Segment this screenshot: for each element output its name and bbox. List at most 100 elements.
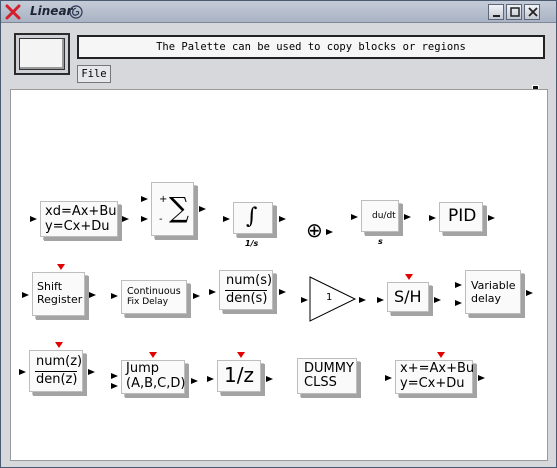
block-face: num(s) den(s) — [219, 270, 273, 310]
block-face: PID — [439, 202, 483, 232]
input-port — [111, 293, 118, 299]
block-face: + - ∑ — [151, 182, 194, 236]
output-port — [279, 289, 286, 295]
input-port — [30, 216, 37, 222]
output-port — [193, 293, 200, 299]
minimize-button[interactable] — [488, 4, 504, 20]
input-port — [22, 292, 29, 298]
palette-header: The Palette can be used to copy blocks o… — [10, 30, 548, 86]
block-line1: xd=Ax+Bu — [45, 204, 117, 219]
sigma-icon: ∑ — [169, 191, 189, 224]
close-x-app-icon — [5, 4, 21, 20]
block-dummy-clss[interactable]: DUMMY CLSS — [295, 358, 365, 400]
maximize-icon — [510, 7, 520, 17]
block-summation[interactable]: + - ∑ — [141, 182, 207, 240]
integral-icon: ∫ — [246, 204, 258, 229]
block-face: x+=Ax+Bu y=Cx+Du — [395, 360, 475, 394]
block-line2: y=Cx+Du — [400, 376, 465, 391]
output-port — [326, 229, 333, 235]
block-face: xd=Ax+Bu y=Cx+Du — [40, 201, 118, 237]
output-port — [488, 215, 495, 221]
input-port — [141, 196, 148, 202]
block-discrete-transfer-function[interactable]: num(z) den(z) — [19, 342, 103, 398]
input-port — [209, 289, 216, 295]
window-title: Linear — [30, 4, 73, 18]
block-continuous-fix-delay[interactable]: Continuous Fix Delay — [111, 280, 207, 320]
block-line1: DUMMY — [304, 361, 354, 376]
gain-triangle-icon — [309, 276, 357, 322]
block-sample-hold[interactable]: S/H — [377, 274, 451, 320]
block-face: 1/z — [217, 360, 261, 392]
input-port — [301, 297, 308, 303]
block-face: du/dt — [361, 200, 399, 232]
block-face: num(z) den(z) — [29, 350, 83, 392]
close-button[interactable] — [524, 4, 540, 20]
block-face: ∫ — [233, 202, 273, 234]
output-port — [89, 292, 96, 298]
block-face: DUMMY CLSS — [297, 358, 357, 394]
output-port — [434, 297, 441, 303]
swirl-icon — [69, 5, 83, 19]
output-port — [359, 297, 366, 303]
output-port — [478, 375, 485, 381]
sample-hold-label: S/H — [394, 287, 422, 306]
block-discrete-state-space[interactable]: x+=Ax+Bu y=Cx+Du — [385, 352, 485, 402]
info-message-box: The Palette can be used to copy blocks o… — [77, 35, 545, 59]
block-line1: x+=Ax+Bu — [400, 361, 475, 376]
block-line1: Shift — [37, 280, 63, 293]
block-line2: y=Cx+Du — [45, 219, 110, 234]
integrator-label: 1/s — [245, 239, 259, 248]
block-pid[interactable]: PID — [429, 202, 497, 238]
block-transfer-function[interactable]: num(s) den(s) — [209, 270, 295, 316]
palette-canvas[interactable]: xd=Ax+Bu y=Cx+Du + - ∑ ∫ 1/s ⊕ du/dt s P… — [10, 89, 548, 461]
block-unit-delay[interactable]: 1/z — [207, 352, 281, 400]
output-port — [404, 214, 411, 220]
event-input-icon — [149, 352, 157, 358]
close-icon — [528, 7, 538, 17]
tf-numerator: num(s) — [226, 273, 273, 288]
dtf-numerator: num(z) — [36, 354, 83, 369]
block-sum-circle[interactable]: ⊕ — [305, 220, 339, 244]
block-line2: Register — [37, 293, 83, 306]
sum-minus-sign: - — [159, 214, 163, 225]
block-variable-delay[interactable]: Variable delay — [455, 270, 539, 320]
sum-plus-sign: + — [159, 194, 168, 205]
derivative-text: du/dt — [372, 211, 396, 221]
event-input-icon — [405, 274, 413, 280]
palette-thumbnail[interactable] — [14, 33, 70, 75]
block-face: Continuous Fix Delay — [121, 280, 187, 314]
block-line2: (A,B,C,D) — [126, 376, 186, 391]
unit-delay-label: 1/z — [224, 363, 254, 387]
block-face: Jump (A,B,C,D) — [121, 360, 185, 394]
input-port — [141, 216, 148, 222]
output-port — [88, 369, 95, 375]
input-port — [377, 297, 384, 303]
title-bar[interactable]: Linear — [1, 1, 556, 23]
block-line2: Fix Delay — [127, 297, 169, 307]
block-state-space[interactable]: xd=Ax+Bu y=Cx+Du — [30, 201, 129, 241]
input-port — [111, 373, 118, 379]
block-gain[interactable]: 1 — [301, 276, 373, 324]
block-derivative[interactable]: du/dt s — [351, 200, 413, 248]
maximize-button[interactable] — [506, 4, 522, 20]
block-jump-abcd[interactable]: Jump (A,B,C,D) — [111, 352, 207, 402]
pid-label: PID — [448, 206, 477, 226]
input-port — [351, 214, 358, 220]
block-face: Variable delay — [465, 270, 521, 314]
output-port — [279, 216, 286, 222]
block-line1: Continuous — [127, 286, 181, 297]
info-message: The Palette can be used to copy blocks o… — [156, 41, 466, 53]
block-line1: Variable — [471, 279, 516, 292]
block-shift-register[interactable]: Shift Register — [22, 262, 106, 324]
file-menu[interactable]: File — [77, 65, 111, 83]
output-port — [191, 378, 198, 384]
output-port — [199, 206, 206, 212]
block-integrator[interactable]: ∫ 1/s — [223, 202, 289, 250]
block-line2: CLSS — [304, 375, 337, 390]
block-face: Shift Register — [32, 272, 85, 316]
input-port — [455, 300, 462, 306]
block-face: S/H — [387, 282, 429, 312]
gain-value: 1 — [326, 292, 333, 303]
palette-thumbnail-preview — [19, 38, 65, 70]
event-input-icon — [437, 352, 445, 358]
